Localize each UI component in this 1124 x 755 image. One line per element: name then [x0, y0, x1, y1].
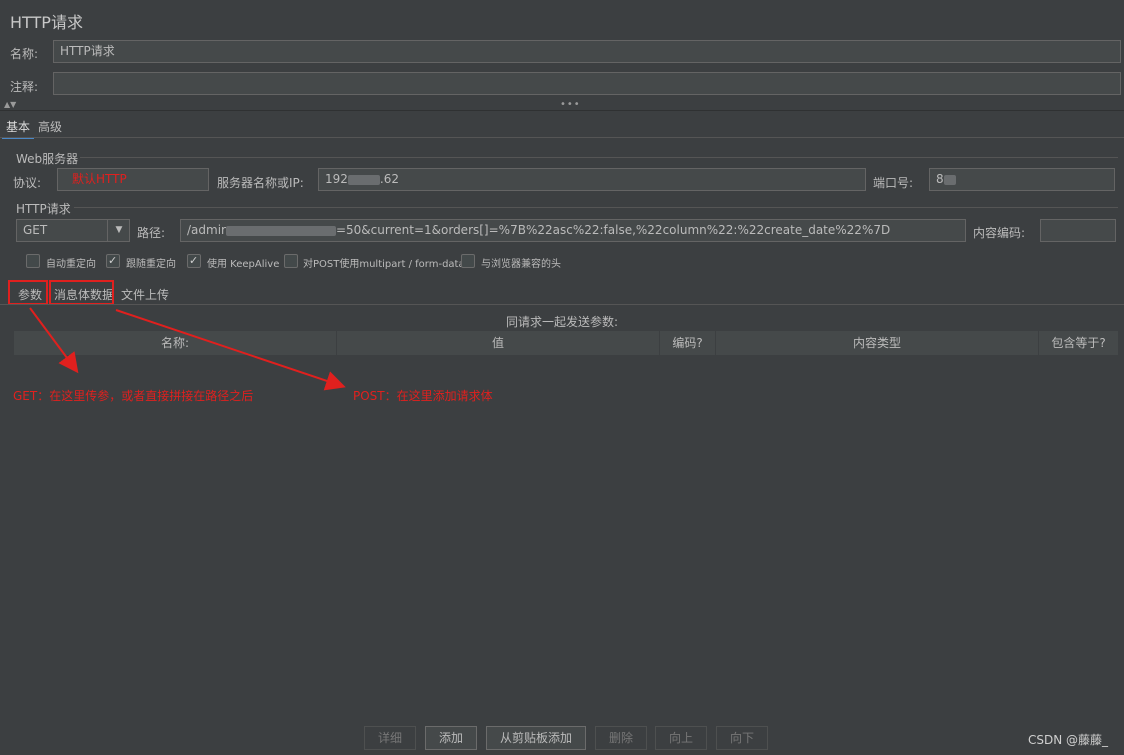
add-from-clipboard-button[interactable]: 从剪贴板添加 — [486, 726, 586, 750]
delete-button[interactable]: 删除 — [595, 726, 647, 750]
post-annotation: POST：在这里添加请求体 — [353, 389, 493, 403]
add-button[interactable]: 添加 — [425, 726, 477, 750]
move-up-button[interactable]: 向上 — [655, 726, 707, 750]
watermark: CSDN @藤藤_ — [1028, 733, 1109, 747]
detail-button[interactable]: 详细 — [364, 726, 416, 750]
arrow-to-post-note — [115, 309, 346, 391]
move-down-button[interactable]: 向下 — [716, 726, 768, 750]
annotation-arrows — [29, 307, 346, 391]
get-annotation: GET：在这里传参，或者直接拼接在路径之后 — [13, 389, 254, 403]
arrow-to-get-note — [29, 307, 79, 374]
